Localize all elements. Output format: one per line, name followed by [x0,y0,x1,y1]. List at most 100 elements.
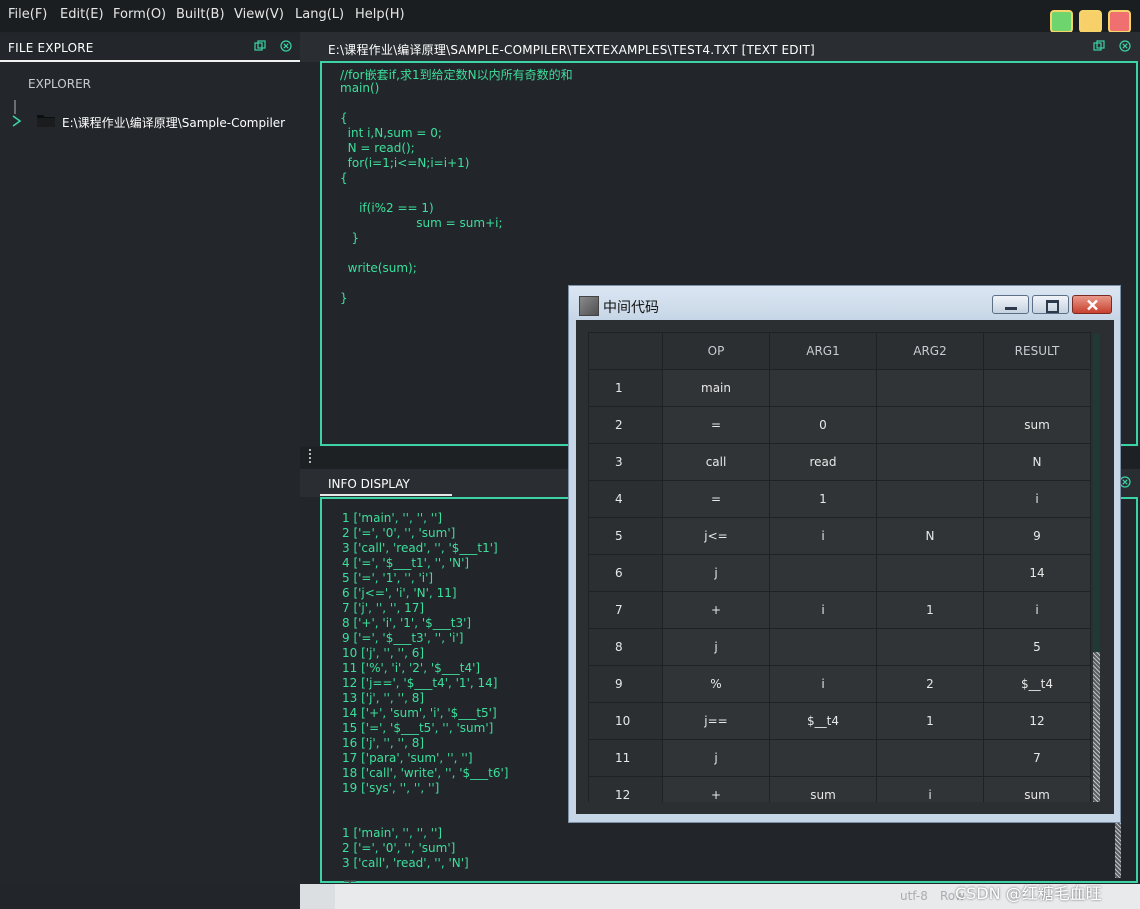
float-panel-icon[interactable] [1093,40,1105,52]
splitter-handle-icon[interactable] [309,449,311,465]
table-row[interactable]: 1 main [588,369,1091,407]
table-cell: = [662,480,770,518]
table-row[interactable]: 7 + i 1 i [588,591,1091,629]
table-row[interactable]: 11 j 7 [588,739,1091,777]
column-header[interactable]: ARG1 [769,332,877,370]
menu-help[interactable]: Help(H) [355,7,405,22]
info-line: 10 ['j', '', '', 6] [342,646,425,660]
table-header-row: OP ARG1 ARG2 RESULT [588,332,1091,370]
table-cell: $__t4 [769,702,877,740]
code-line: N = read(); [340,141,415,155]
info-line: 12 ['j==', '$___t4', '1', 14] [342,676,498,690]
code-line: { [340,111,348,125]
menu-file[interactable]: File(F) [8,7,47,22]
menu-lang[interactable]: Lang(L) [295,7,344,22]
intermediate-code-table[interactable]: OP ARG1 ARG2 RESULT 1 main 2 = 0 sum 3 call read N 4 =… [588,332,1102,802]
table-cell: + [662,591,770,629]
menu-form[interactable]: Form(O) [113,7,166,22]
table-scrollbar-track[interactable] [1093,652,1100,802]
code-line: main() [340,81,380,95]
table-cell: = [662,406,770,444]
table-cell: j [662,628,770,666]
row-number: 8 [588,628,663,666]
table-cell: 7 [983,739,1091,777]
table-row[interactable]: 12 + sum i sum [588,776,1091,802]
table-cell: 0 [769,406,877,444]
info-line: 11 ['%', 'i', '2', '$___t4'] [342,661,481,675]
row-number: 10 [588,702,663,740]
table-cell: 5 [983,628,1091,666]
close-panel-icon[interactable] [1119,40,1131,52]
column-header[interactable]: RESULT [983,332,1091,370]
table-cell: 1 [769,480,877,518]
row-number: 3 [588,443,663,481]
file-explorer-title: FILE EXPLORE [8,41,94,55]
table-cell [876,739,984,777]
close-icon [1087,299,1098,311]
menu-built[interactable]: Built(B) [176,7,225,22]
code-line: for(i=1;i<=N;i=i+1) [340,156,470,170]
table-row[interactable]: 10 j== $__t4 1 12 [588,702,1091,740]
row-number: 2 [588,406,663,444]
table-cell: j== [662,702,770,740]
column-header[interactable] [588,332,663,370]
close-panel-icon[interactable] [280,40,292,52]
explorer-heading: EXPLORER [28,77,91,91]
info-line: 17 ['para', 'sum', '', ''] [342,751,473,765]
minimize-icon [1005,307,1017,310]
column-header[interactable]: ARG2 [876,332,984,370]
row-number: 4 [588,480,663,518]
table-row[interactable]: 8j 5 [588,628,1091,666]
info-line: 13 ['j', '', '', 8] [342,691,425,705]
table-row[interactable]: 5 j<= i N 9 [588,517,1091,555]
table-cell: i [769,591,877,629]
info-line: 2 ['=', '0', '', 'sum'] [342,841,456,855]
table-scrollbar-thumb[interactable] [1093,334,1100,652]
table-cell: j [662,739,770,777]
table-row[interactable]: 4 = 1 i [588,480,1091,518]
code-line: int i,N,sum = 0; [340,126,442,140]
encoding-status[interactable]: utf-8 [900,889,928,903]
row-number: 7 [588,591,663,629]
info-line: 9 ['=', '$___t3', '', 'i'] [342,631,464,645]
info-line: 19 ['sys', '', '', ''] [342,781,440,795]
watermark: CSDN @红糖毛血旺 [955,884,1102,903]
close-window-button[interactable] [1108,10,1131,33]
row-number: 1 [588,369,663,407]
maximize-window-button[interactable] [1050,10,1073,33]
table-cell [876,443,984,481]
info-line: 6 ['j<=', 'i', 'N', 11] [342,586,457,600]
info-line: 18 ['call', 'write', '', '$___t6'] [342,766,509,780]
table-cell: j<= [662,517,770,555]
table-row[interactable]: 6 j 14 [588,554,1091,592]
table-row[interactable]: 9% i 2 $__t4 [588,665,1091,703]
row-number: 12 [588,776,663,802]
menu-bar: File(F) Edit(E) Form(O) Built(B) View(V)… [0,0,1140,33]
table-body: 1 main 2 = 0 sum 3 call read N 4 = 1 i 5 j<= i N 9 6 j 14 7 + i 1… [588,369,1091,802]
table-cell [876,406,984,444]
row-number: 6 [588,554,663,592]
table-cell: i [876,776,984,802]
table-cell: main [662,369,770,407]
float-panel-icon[interactable] [254,40,266,52]
code-line: } [340,291,348,305]
dialog-close-button[interactable] [1072,295,1112,314]
minimize-window-button[interactable] [1079,10,1102,33]
explorer-root-folder[interactable]: E:\课程作业\编译原理\Sample-Compiler [62,114,285,131]
info-line: 1 ['main', '', '', ''] [342,511,443,525]
menu-edit[interactable]: Edit(E) [60,7,104,22]
table-cell: 12 [983,702,1091,740]
info-line: 5 ['=', '1', '', 'i'] [342,571,434,585]
menu-view[interactable]: View(V) [234,7,284,22]
table-cell: call [662,443,770,481]
table-cell [876,628,984,666]
dialog-maximize-button[interactable] [1032,295,1069,314]
table-row[interactable]: 2 = 0 sum [588,406,1091,444]
chevron-right-icon[interactable] [10,114,24,128]
table-cell: $__t4 [983,665,1091,703]
table-cell: j [662,554,770,592]
table-row[interactable]: 3 call read N [588,443,1091,481]
table-cell: sum [769,776,877,802]
dialog-minimize-button[interactable] [992,295,1029,314]
column-header[interactable]: OP [662,332,770,370]
